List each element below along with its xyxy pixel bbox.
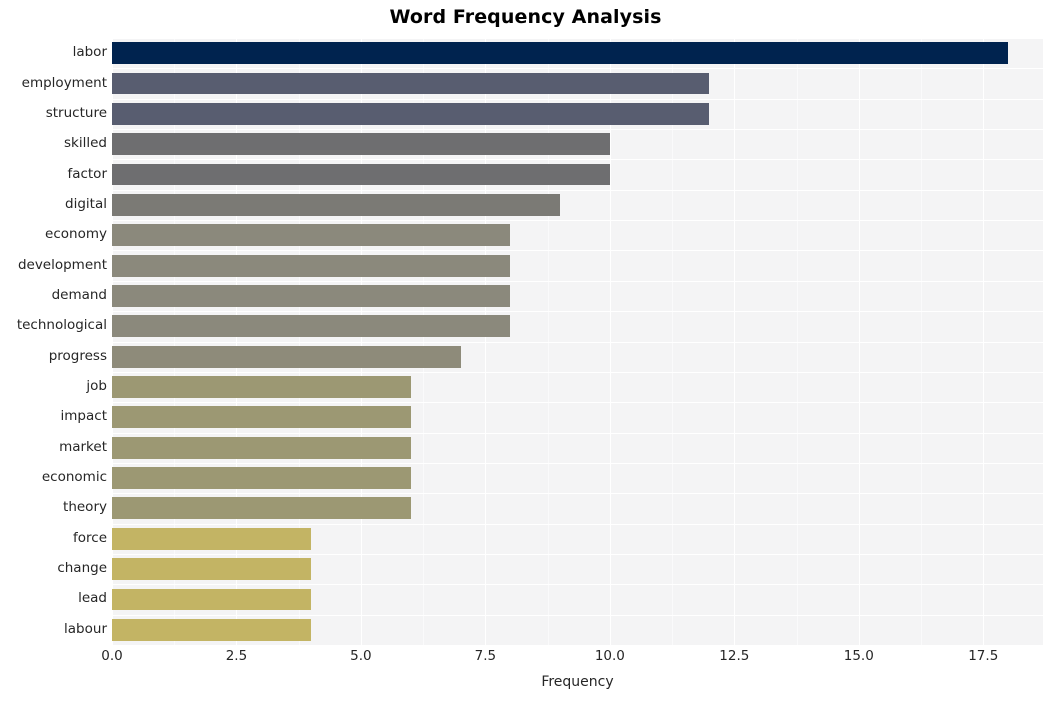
bar <box>112 497 411 520</box>
bar <box>112 406 411 429</box>
y-axis-tick-label: force <box>73 529 107 546</box>
y-axis-tick-label: technological <box>16 317 107 334</box>
bar <box>112 527 312 550</box>
y-axis-tick-label: labour <box>64 620 107 637</box>
y-axis-tick-label: theory <box>63 499 107 516</box>
bar <box>112 163 610 186</box>
bar <box>112 376 411 398</box>
x-axis-tick-label: 10.0 <box>594 648 625 664</box>
chart-title: Word Frequency Analysis <box>389 6 662 28</box>
y-axis-tick-label: impact <box>60 408 107 425</box>
y-axis-tick-label: lead <box>78 590 107 607</box>
bar <box>112 42 1009 65</box>
bar <box>112 224 511 247</box>
y-axis-tick-label: economy <box>45 226 107 243</box>
x-axis-tick-label: 0.0 <box>101 648 123 664</box>
y-axis-tick-label: change <box>57 560 107 577</box>
y-axis-tick-label: job <box>86 378 107 395</box>
bar <box>112 436 411 459</box>
y-axis-tick-label: development <box>17 256 107 273</box>
x-axis-tick-label: 2.5 <box>225 648 248 664</box>
bar <box>112 467 411 489</box>
bar <box>112 315 511 338</box>
y-axis-tick-label: digital <box>65 195 107 212</box>
x-axis-tick-label: 5.0 <box>350 648 372 664</box>
y-axis-tick-label: progress <box>48 347 107 364</box>
bar <box>112 285 511 307</box>
bar <box>112 193 561 216</box>
plot-area <box>112 38 1043 645</box>
y-axis-tick-label: structure <box>45 104 107 121</box>
y-axis-tick-label: demand <box>51 286 107 303</box>
y-axis-tick-label: economic <box>41 469 107 486</box>
y-axis-tick-label: market <box>59 438 107 455</box>
x-axis-tick-label: 17.5 <box>968 648 999 664</box>
bar <box>112 588 312 611</box>
y-axis-tick-label: skilled <box>64 135 107 152</box>
y-axis-tick-label: employment <box>21 74 107 91</box>
x-axis-tick-labels: 0.0 2.5 5.0 7.5 10.0 12.5 15.0 17.5 <box>0 648 1051 672</box>
y-axis-tick-label: factor <box>67 165 107 182</box>
x-axis-tick-label: 7.5 <box>474 648 497 664</box>
x-axis-tick-label: 12.5 <box>719 648 750 664</box>
bar <box>112 345 461 368</box>
bar <box>112 102 710 125</box>
chart-figure: Word Frequency Analysis labor employment s… <box>0 0 1051 701</box>
bar <box>112 558 312 581</box>
x-axis-tick-label: 15.0 <box>843 648 874 664</box>
bar <box>112 72 710 95</box>
y-axis-tick-labels: labor employment structure skilled factor dig… <box>0 38 107 645</box>
bar <box>112 133 610 156</box>
bars-layer <box>112 38 1043 645</box>
bar <box>112 254 511 277</box>
bar <box>112 618 312 641</box>
x-axis-title: Frequency <box>541 674 614 690</box>
y-axis-tick-label: labor <box>72 44 107 61</box>
